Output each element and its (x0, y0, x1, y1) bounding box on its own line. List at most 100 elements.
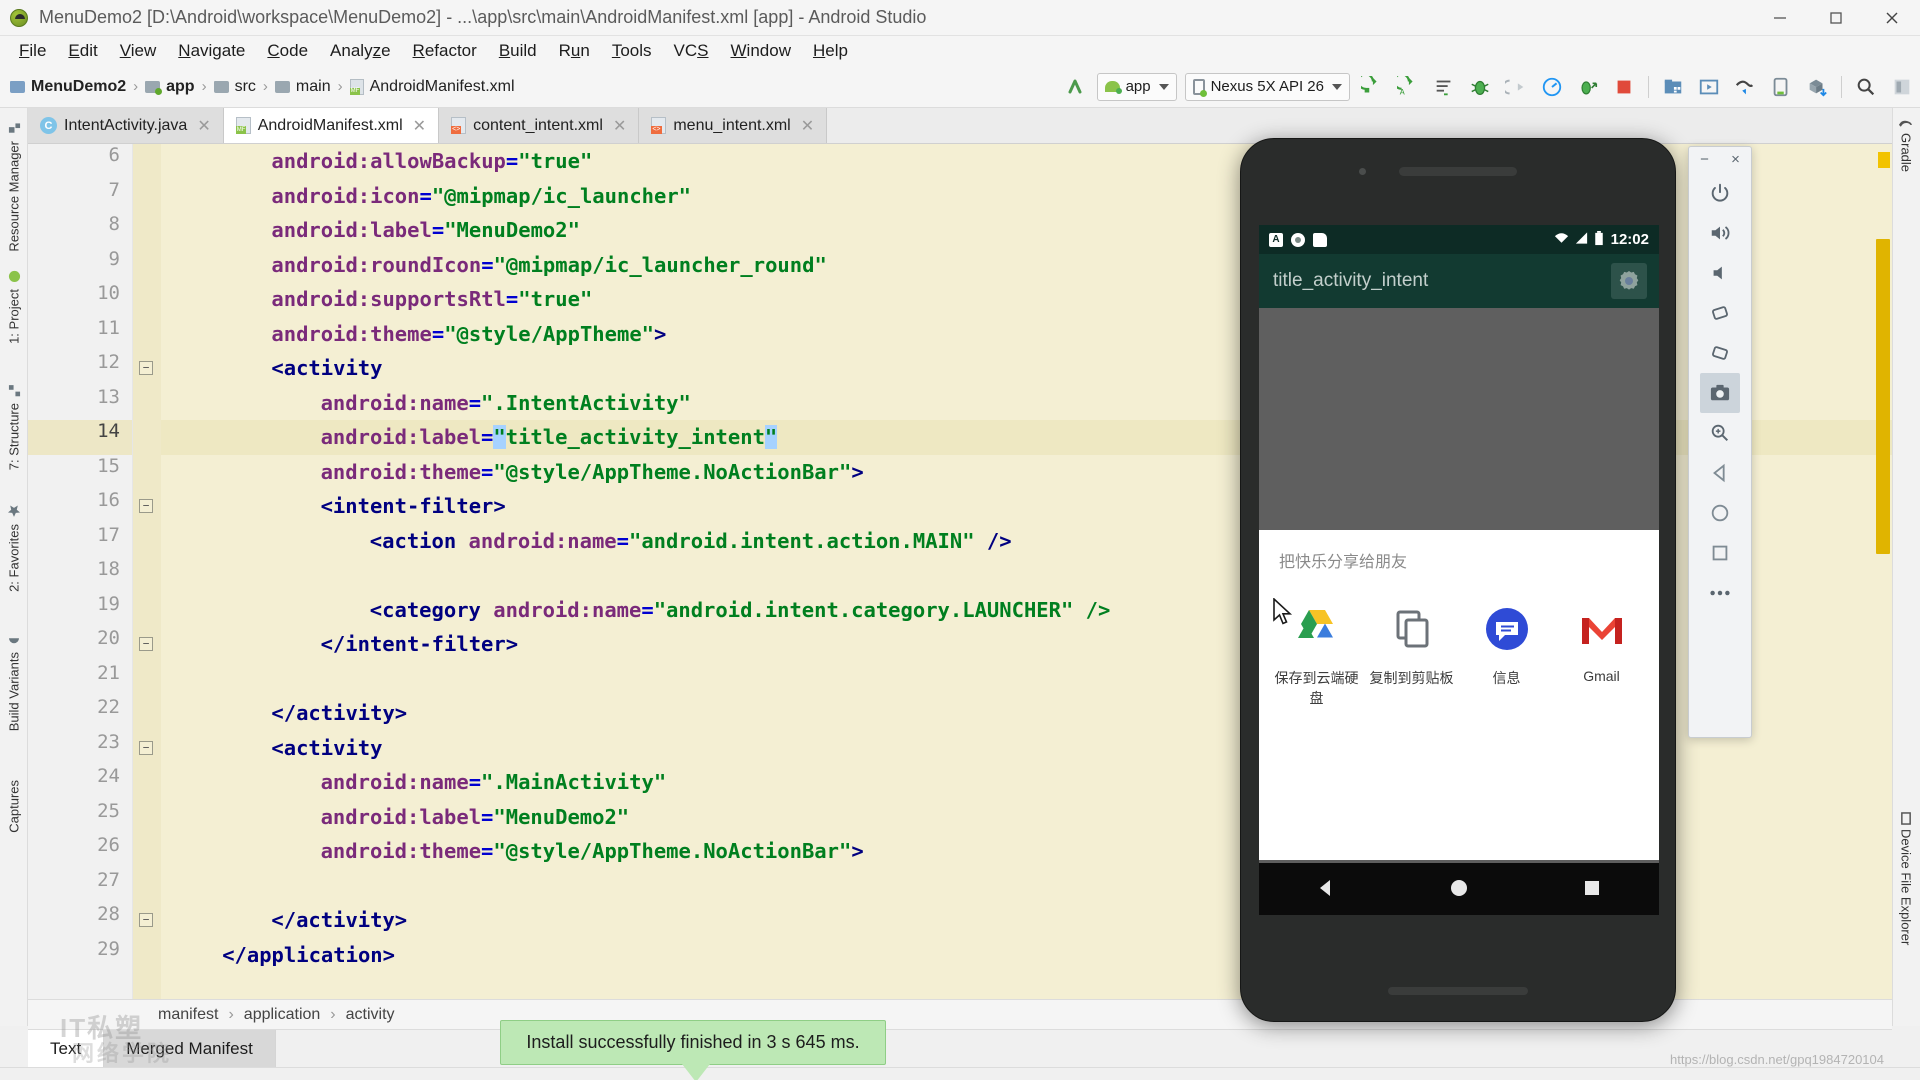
volume-up-icon[interactable] (1689, 213, 1751, 253)
profiler-icon[interactable] (1535, 70, 1569, 104)
bottom-breadcrumb-activity[interactable]: activity (346, 1006, 395, 1024)
install-notification-balloon[interactable]: Install successfully finished in 3 s 645… (500, 1020, 886, 1065)
avd-manager-icon[interactable] (1692, 70, 1726, 104)
attach-debugger-icon[interactable] (1499, 70, 1533, 104)
editor-scrollbar[interactable] (1876, 144, 1890, 999)
back-triangle-icon[interactable] (1315, 877, 1337, 902)
emulator-screen[interactable]: 12:02 title_activity_intent 把快乐分享给朋友 (1259, 225, 1659, 915)
line-number-row: 28 (28, 903, 132, 938)
run-icon[interactable] (1355, 70, 1389, 104)
menu-build[interactable]: Build (488, 38, 548, 64)
code-fold-toggle[interactable]: − (139, 913, 153, 927)
bottom-breadcrumb-application[interactable]: application (244, 1006, 321, 1024)
sidebar-item-favorites[interactable]: 2: Favorites (0, 500, 28, 596)
overview-icon[interactable] (1689, 533, 1751, 573)
close-icon[interactable]: ✕ (197, 116, 210, 136)
sdk-manager-icon[interactable] (1656, 70, 1690, 104)
minimize-icon[interactable]: − (1700, 154, 1709, 166)
home-circle-icon[interactable] (1448, 877, 1470, 902)
scrollbar-thumb[interactable] (1876, 239, 1890, 554)
share-target-messages[interactable]: 信息 (1459, 602, 1554, 708)
menu-file[interactable]: File (8, 38, 57, 64)
line-number-gutter[interactable]: 6789101112131415161718192021222324252627… (28, 144, 133, 999)
editor-tab-intentactivity-java[interactable]: IntentActivity.java ✕ (28, 108, 224, 143)
recents-square-icon[interactable] (1581, 877, 1603, 902)
debug-attach-icon[interactable] (1571, 70, 1605, 104)
screenshot-camera-icon[interactable] (1700, 373, 1740, 413)
settings-gear-icon[interactable] (1611, 263, 1647, 299)
share-target-clipboard[interactable]: 复制到剪贴板 (1364, 602, 1459, 708)
code-token: android:theme (271, 322, 431, 346)
close-icon[interactable]: × (1731, 154, 1740, 166)
menu-refactor[interactable]: Refactor (402, 38, 488, 64)
bottom-breadcrumb-manifest[interactable]: manifest (158, 1006, 218, 1024)
menu-run[interactable]: Run (548, 38, 601, 64)
line-number: 14 (30, 420, 120, 442)
code-fold-toggle[interactable]: − (139, 637, 153, 651)
editor-tab-menu-intent-xml[interactable]: menu_intent.xml ✕ (639, 108, 827, 143)
code-folding-column[interactable]: − − − − − (133, 144, 161, 999)
device-selector[interactable]: Nexus 5X API 26 (1185, 73, 1350, 101)
sidebar-item-structure[interactable]: 7: Structure (0, 380, 28, 474)
breadcrumb-item-project[interactable]: MenuDemo2 (10, 78, 126, 96)
more-ellipsis-icon[interactable] (1689, 573, 1751, 613)
code-fold-toggle[interactable]: − (139, 741, 153, 755)
search-icon[interactable] (1849, 70, 1883, 104)
menu-navigate[interactable]: Navigate (167, 38, 256, 64)
share-sheet[interactable]: 把快乐分享给朋友 保存到云端硬盘 (1259, 530, 1659, 860)
stop-icon[interactable] (1607, 70, 1641, 104)
share-target-gmail[interactable]: Gmail (1554, 602, 1649, 708)
rotate-left-icon[interactable] (1689, 293, 1751, 333)
editor-tab-content-intent-xml[interactable]: content_intent.xml ✕ (439, 108, 639, 143)
sync-gradle-icon[interactable] (1728, 70, 1762, 104)
tab-merged-manifest[interactable]: Merged Manifest (104, 1030, 276, 1067)
code-fold-toggle[interactable]: − (139, 499, 153, 513)
sidebar-item-gradle[interactable]: Gradle (1892, 114, 1920, 176)
minimize-icon[interactable] (1752, 0, 1808, 36)
main-toolbar: app Nexus 5X API 26 A (1057, 66, 1920, 108)
menu-tools[interactable]: Tools (601, 38, 663, 64)
menu-code[interactable]: Code (256, 38, 319, 64)
menu-analyze[interactable]: Analyze (319, 38, 402, 64)
android-emulator-window[interactable]: 12:02 title_activity_intent 把快乐分享给朋友 (1240, 138, 1676, 1022)
menu-vcs[interactable]: VCS (663, 38, 720, 64)
volume-down-icon[interactable] (1689, 253, 1751, 293)
close-icon[interactable]: ✕ (801, 116, 814, 136)
menu-help[interactable]: Help (802, 38, 859, 64)
fold-row (133, 593, 161, 628)
breadcrumb-item-main[interactable]: main (275, 78, 331, 96)
home-icon[interactable] (1689, 493, 1751, 533)
code-fold-toggle[interactable]: − (139, 361, 153, 375)
tab-text[interactable]: Text (28, 1030, 104, 1067)
menu-view[interactable]: View (109, 38, 168, 64)
power-icon[interactable] (1689, 173, 1751, 213)
debug-icon[interactable] (1463, 70, 1497, 104)
sidebar-item-project[interactable]: 1: Project (0, 266, 28, 348)
apply-changes-icon[interactable]: A (1391, 70, 1425, 104)
rotate-right-icon[interactable] (1689, 333, 1751, 373)
close-icon[interactable] (1864, 0, 1920, 36)
breadcrumb-item-manifest[interactable]: AndroidManifest.xml (350, 78, 515, 96)
close-icon[interactable]: ✕ (613, 116, 626, 136)
layout-icon[interactable] (1885, 70, 1919, 104)
menu-edit[interactable]: Edit (57, 38, 108, 64)
close-icon[interactable]: ✕ (413, 116, 426, 136)
sidebar-item-build-variants[interactable]: Build Variants (0, 630, 28, 735)
menu-window[interactable]: Window (720, 38, 802, 64)
sidebar-item-captures[interactable]: Captures (0, 776, 28, 837)
apply-code-changes-icon[interactable] (1427, 70, 1461, 104)
device-manager-icon[interactable] (1764, 70, 1798, 104)
run-configuration-selector[interactable]: app (1097, 73, 1177, 101)
back-arrow-icon[interactable] (1058, 70, 1092, 104)
editor-tab-androidmanifest-xml[interactable]: AndroidManifest.xml ✕ (224, 108, 439, 143)
sidebar-item-resource-manager[interactable]: Resource Manager (0, 118, 28, 256)
install-apk-icon[interactable] (1800, 70, 1834, 104)
code-token: android:allowBackup (271, 149, 506, 173)
back-icon[interactable] (1689, 453, 1751, 493)
app-action-bar: title_activity_intent (1259, 254, 1659, 308)
breadcrumb-item-src[interactable]: src (214, 78, 256, 96)
sidebar-item-device-file-explorer[interactable]: Device File Explorer (1892, 808, 1920, 949)
zoom-magnifier-icon[interactable] (1689, 413, 1751, 453)
maximize-icon[interactable] (1808, 0, 1864, 36)
breadcrumb-item-app[interactable]: app (145, 78, 194, 96)
